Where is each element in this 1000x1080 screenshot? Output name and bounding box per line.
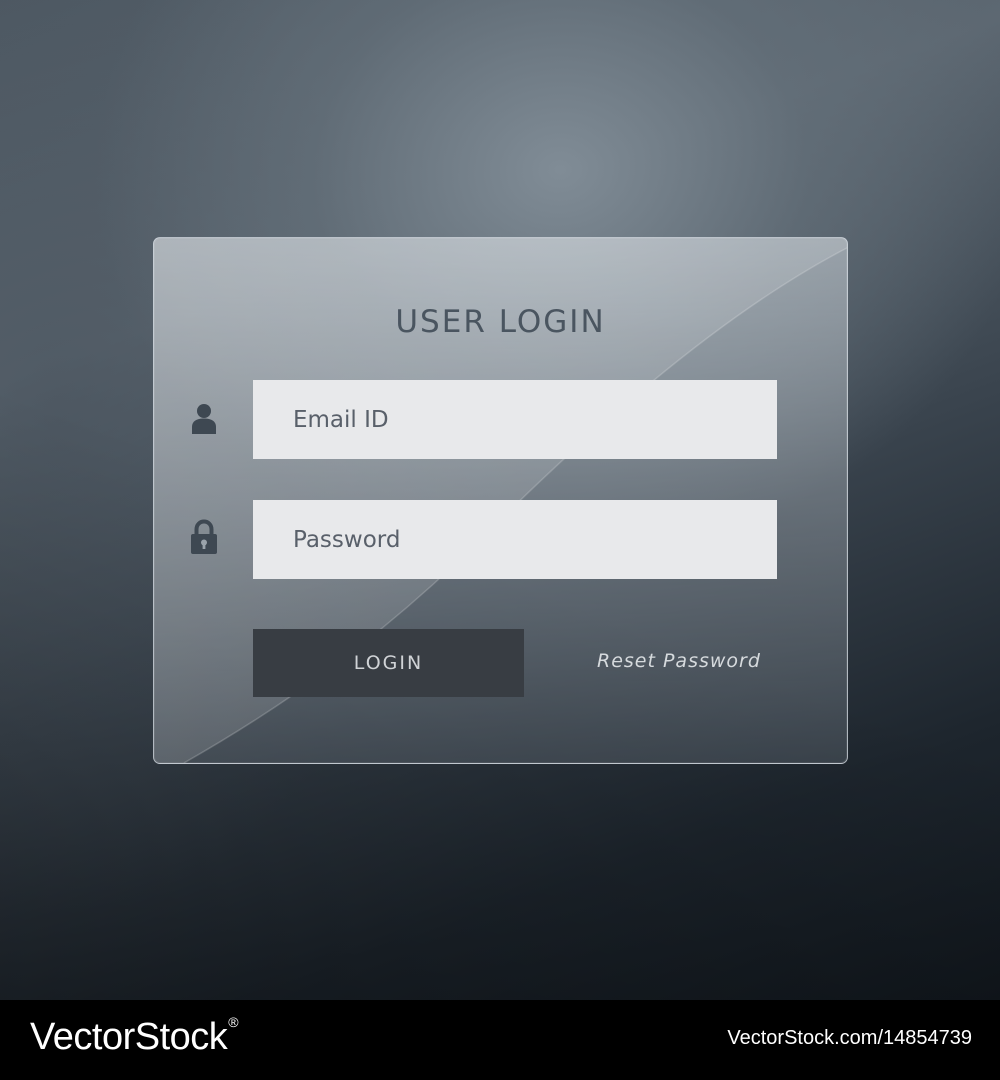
brand-name: VectorStock (30, 1016, 228, 1058)
user-icon (189, 401, 219, 437)
lock-icon (189, 519, 219, 555)
panel-title: USER LOGIN (395, 304, 606, 340)
brand-logo: VectorStock® (30, 1014, 239, 1059)
email-field[interactable] (253, 380, 777, 459)
footer-bar: VectorStock® VectorStock.com/14854739 (0, 1000, 1000, 1080)
image-id: VectorStock.com/14854739 (727, 1027, 972, 1049)
reset-password-link[interactable]: Reset Password (597, 650, 761, 672)
login-button[interactable]: LOGIN (253, 629, 524, 697)
background: USER LOGIN LOGIN Reset Password (0, 0, 1000, 1000)
login-panel: USER LOGIN LOGIN Reset Password (153, 237, 848, 764)
password-field[interactable] (253, 500, 777, 579)
registered-mark: ® (228, 1014, 239, 1030)
